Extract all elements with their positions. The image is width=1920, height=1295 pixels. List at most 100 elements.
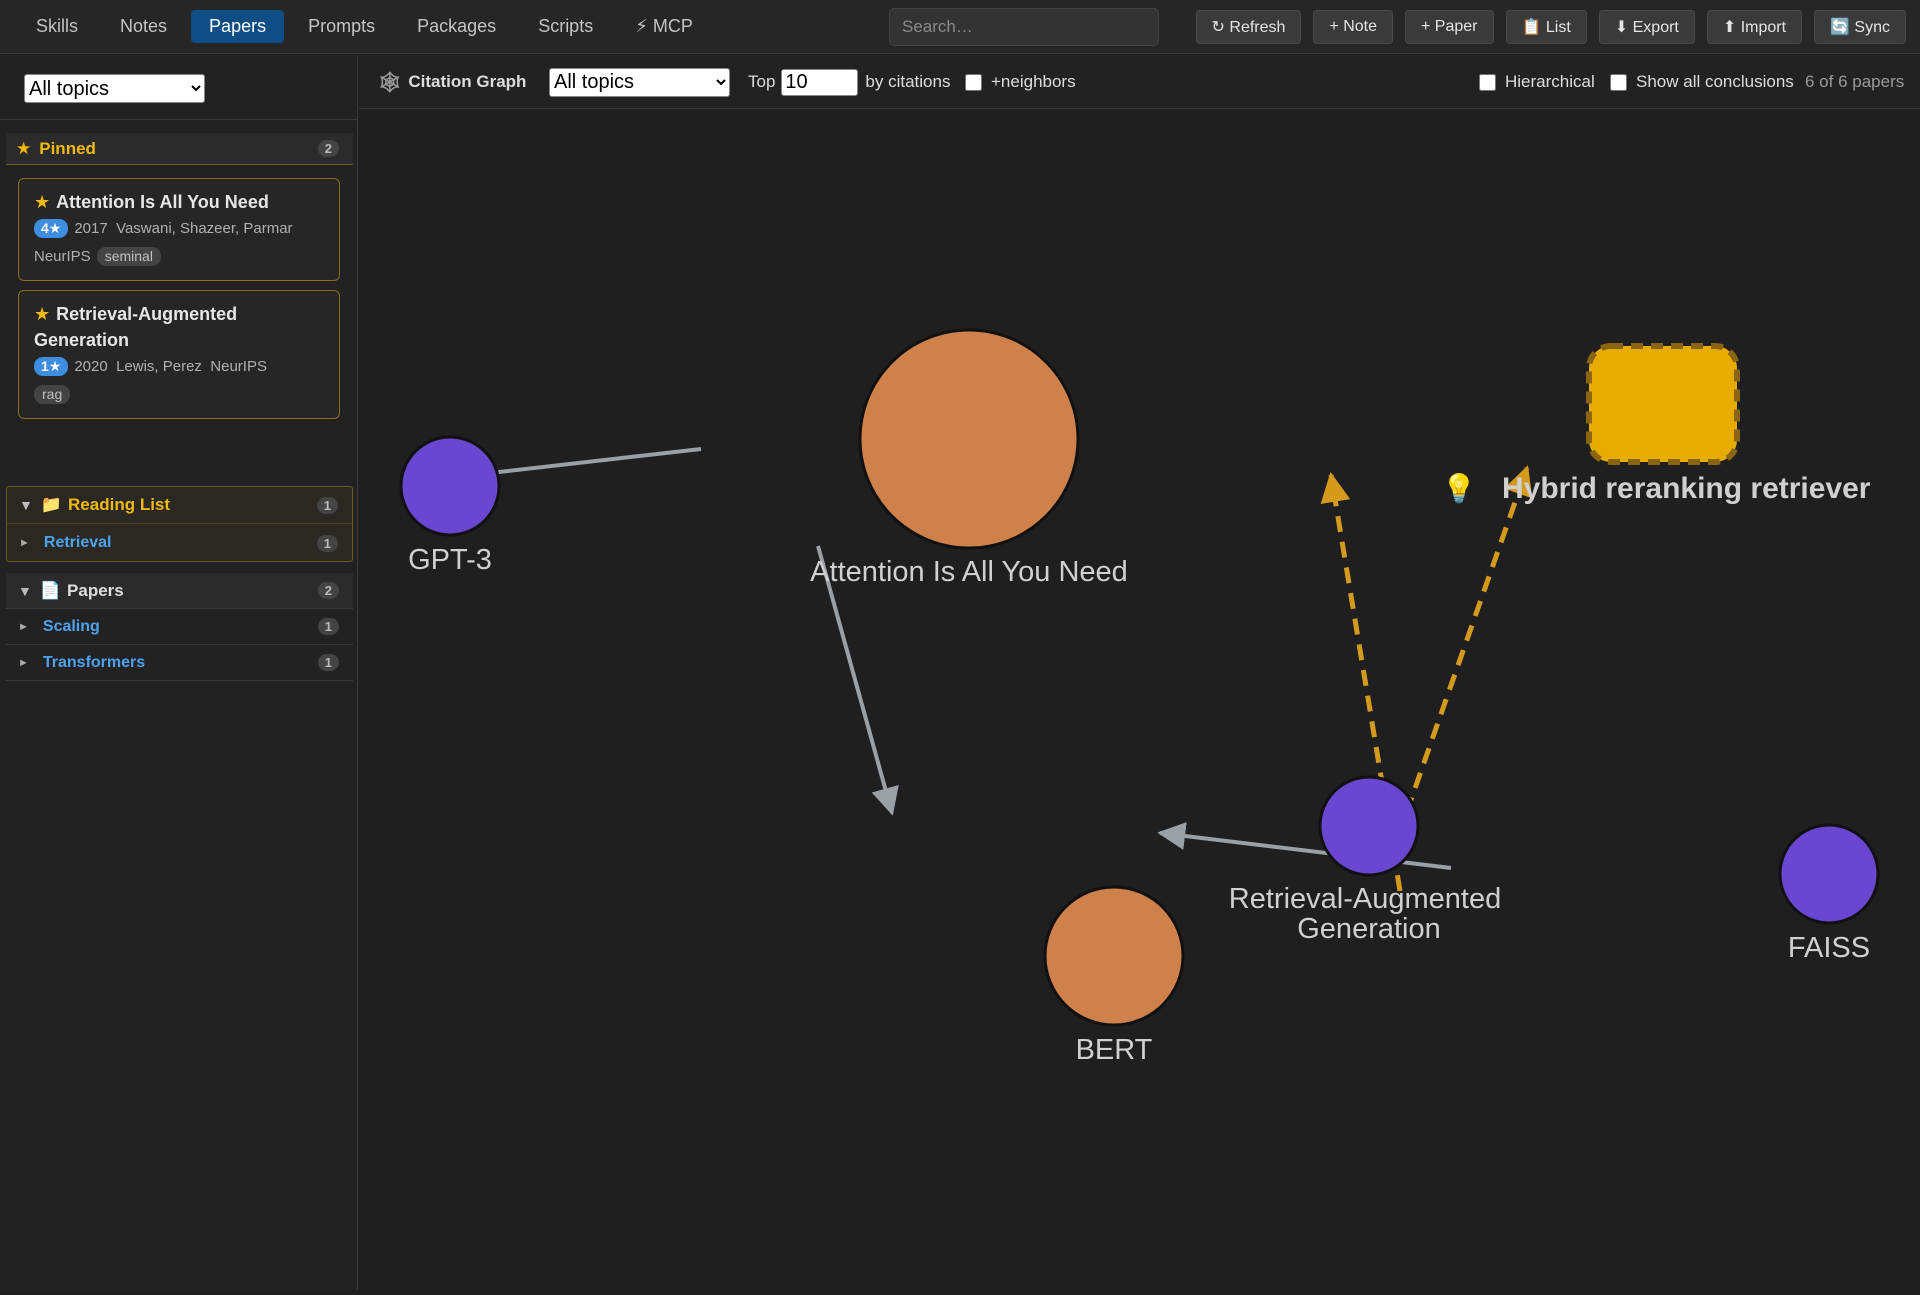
node-label-rag-line2: Generation [1297,913,1441,945]
import-button[interactable]: ⬆ Import [1706,10,1803,44]
refresh-button[interactable]: ↻ Refresh [1195,10,1302,44]
document-icon: 📄 [39,580,62,600]
folder-icon: 📁 [40,495,63,514]
reading-list-label: Reading List [68,495,171,514]
card-venue: NeurIPS [34,248,91,265]
pinned-count-badge: 2 [317,140,339,157]
pinned-label: Pinned [39,138,96,158]
graph-toolbar: 🕸 Citation Graph All topics Top by citat… [359,55,1920,109]
neighbors-checkbox[interactable] [965,73,982,91]
node-label-rag-line1: Retrieval-Augmented [1229,883,1501,915]
pinned-paper-card[interactable]: ★ Attention Is All You Need 4★ 2017 Vaswan… [18,178,340,281]
card-year: 2017 [74,220,108,237]
node-label-bert: BERT [1076,1034,1153,1066]
tag-badge[interactable]: rag [34,385,71,404]
export-button[interactable]: ⬇ Export [1598,10,1695,44]
graph-title: 🕸 Citation Graph [377,55,526,109]
card-year: 2020 [74,358,108,375]
neighbors-toggle[interactable]: +neighbors [965,55,1076,109]
item-count-badge: 1 [317,618,339,635]
main-tabs: Skills Notes Papers Prompts Packages Scr… [18,10,711,43]
top-n-input[interactable] [781,68,859,96]
star-icon: ★ [34,192,51,212]
by-citations-label: by citations [865,72,951,91]
node-rag[interactable] [1318,775,1420,877]
node-label-gpt3: GPT-3 [408,544,492,576]
item-count-badge: 1 [316,534,338,552]
sidebar-filter-area: All topics [0,55,357,120]
citation-graph-canvas[interactable]: Attention Is All You Need GPT-3 BERT Ret… [359,110,1920,1290]
card-meta-2: NeurIPS seminal [34,243,324,271]
tab-mcp[interactable]: ⚡ MCP [617,10,711,43]
rating-badge: 1★ [34,357,69,376]
citation-graph-svg[interactable]: Attention Is All You Need GPT-3 BERT Ret… [359,110,1920,1290]
reading-list-header[interactable]: ▼ 📁 Reading List 1 [7,487,352,524]
list-button[interactable]: 📋 List [1505,10,1587,44]
papers-section-header[interactable]: ▼ 📄 Papers 2 [6,573,353,609]
sidebar-item-label: Retrieval [43,534,112,551]
collapse-arrow-icon[interactable]: ▼ [18,583,32,599]
sidebar-item-label: Scaling [42,617,100,635]
tag-badge[interactable]: seminal [96,247,161,266]
papers-count-badge: 2 [317,582,339,599]
card-title-text: Attention Is All You Need [56,192,269,212]
reading-list-count-badge: 1 [316,496,338,514]
neighbors-label: +neighbors [991,72,1076,91]
tab-prompts[interactable]: Prompts [290,10,393,43]
sidebar: All topics ★ Pinned 2 ★ Attention Is All … [0,55,358,1290]
search-input[interactable] [889,8,1159,46]
pinned-section-header[interactable]: ★ Pinned 2 [6,133,353,165]
node-attention[interactable] [858,328,1080,550]
toolbar-actions: ↻ Refresh + Note + Paper 📋 List ⬇ Export… [1195,10,1906,44]
sidebar-item-label: Transformers [42,653,146,671]
hierarchical-label: Hierarchical [1505,72,1595,91]
add-paper-button[interactable]: + Paper [1405,10,1494,44]
collapse-arrow-icon[interactable]: ▼ [19,497,33,513]
edge-rag-to-conclusion[interactable] [1395,465,1533,838]
rating-badge: 4★ [34,219,69,238]
sidebar-item-retrieval[interactable]: ► Retrieval 1 [7,524,352,562]
node-bert[interactable] [1043,885,1185,1027]
tab-papers[interactable]: Papers [191,10,285,43]
node-conclusion[interactable] [1586,343,1740,465]
graph-topic-select[interactable]: All topics [549,67,730,97]
expand-arrow-icon[interactable]: ► [18,657,29,669]
web-icon: 🕸 [377,71,403,94]
reading-list-section: ▼ 📁 Reading List 1 ► Retrieval 1 [6,486,353,562]
pinned-paper-card[interactable]: ★ Retrieval-Augmented Generation 1★ 2020 L… [18,290,340,419]
show-conclusions-label: Show all conclusions [1636,72,1794,91]
node-label-faiss: FAISS [1788,932,1870,964]
card-authors: Lewis, Perez [116,358,202,375]
card-authors: Vaswani, Shazeer, Parmar [116,220,293,237]
hierarchical-checkbox[interactable] [1479,73,1496,91]
tab-packages[interactable]: Packages [399,10,514,43]
expand-arrow-icon[interactable]: ► [19,537,30,549]
tab-scripts[interactable]: Scripts [520,10,611,43]
top-label: Top [748,72,776,91]
tab-skills[interactable]: Skills [18,10,96,43]
sidebar-item-transformers[interactable]: ► Transformers 1 [6,645,353,681]
node-gpt3[interactable] [399,435,501,537]
graph-title-text: Citation Graph [408,72,527,91]
sidebar-topic-select[interactable]: All topics [24,74,205,103]
card-meta: 4★ 2017 Vaswani, Shazeer, Parmar [34,215,324,243]
sync-button[interactable]: 🔄 Sync [1814,10,1906,44]
show-conclusions-checkbox[interactable] [1610,73,1627,91]
star-icon: ★ [34,304,51,324]
show-conclusions-toggle[interactable]: Show all conclusions [1610,55,1794,109]
graph-topic-filter: All topics [549,55,730,109]
expand-arrow-icon[interactable]: ► [18,621,29,633]
star-icon: ★ [16,138,32,158]
card-venue: NeurIPS [210,358,267,375]
hierarchical-toggle[interactable]: Hierarchical [1479,55,1595,109]
node-label-conclusion: Hybrid reranking retriever [1502,472,1871,505]
card-title: ★ Attention Is All You Need [34,189,324,215]
card-meta: 1★ 2020 Lewis, Perez NeurIPS [34,353,324,381]
sidebar-item-scaling[interactable]: ► Scaling 1 [6,609,353,645]
add-note-button[interactable]: + Note [1313,10,1394,44]
node-faiss[interactable] [1778,823,1880,925]
papers-list: ► Scaling 1 ► Transformers 1 [6,609,353,681]
top-nav-bar: Skills Notes Papers Prompts Packages Scr… [0,0,1920,54]
tab-notes[interactable]: Notes [102,10,185,43]
card-meta-2: rag [34,381,324,409]
